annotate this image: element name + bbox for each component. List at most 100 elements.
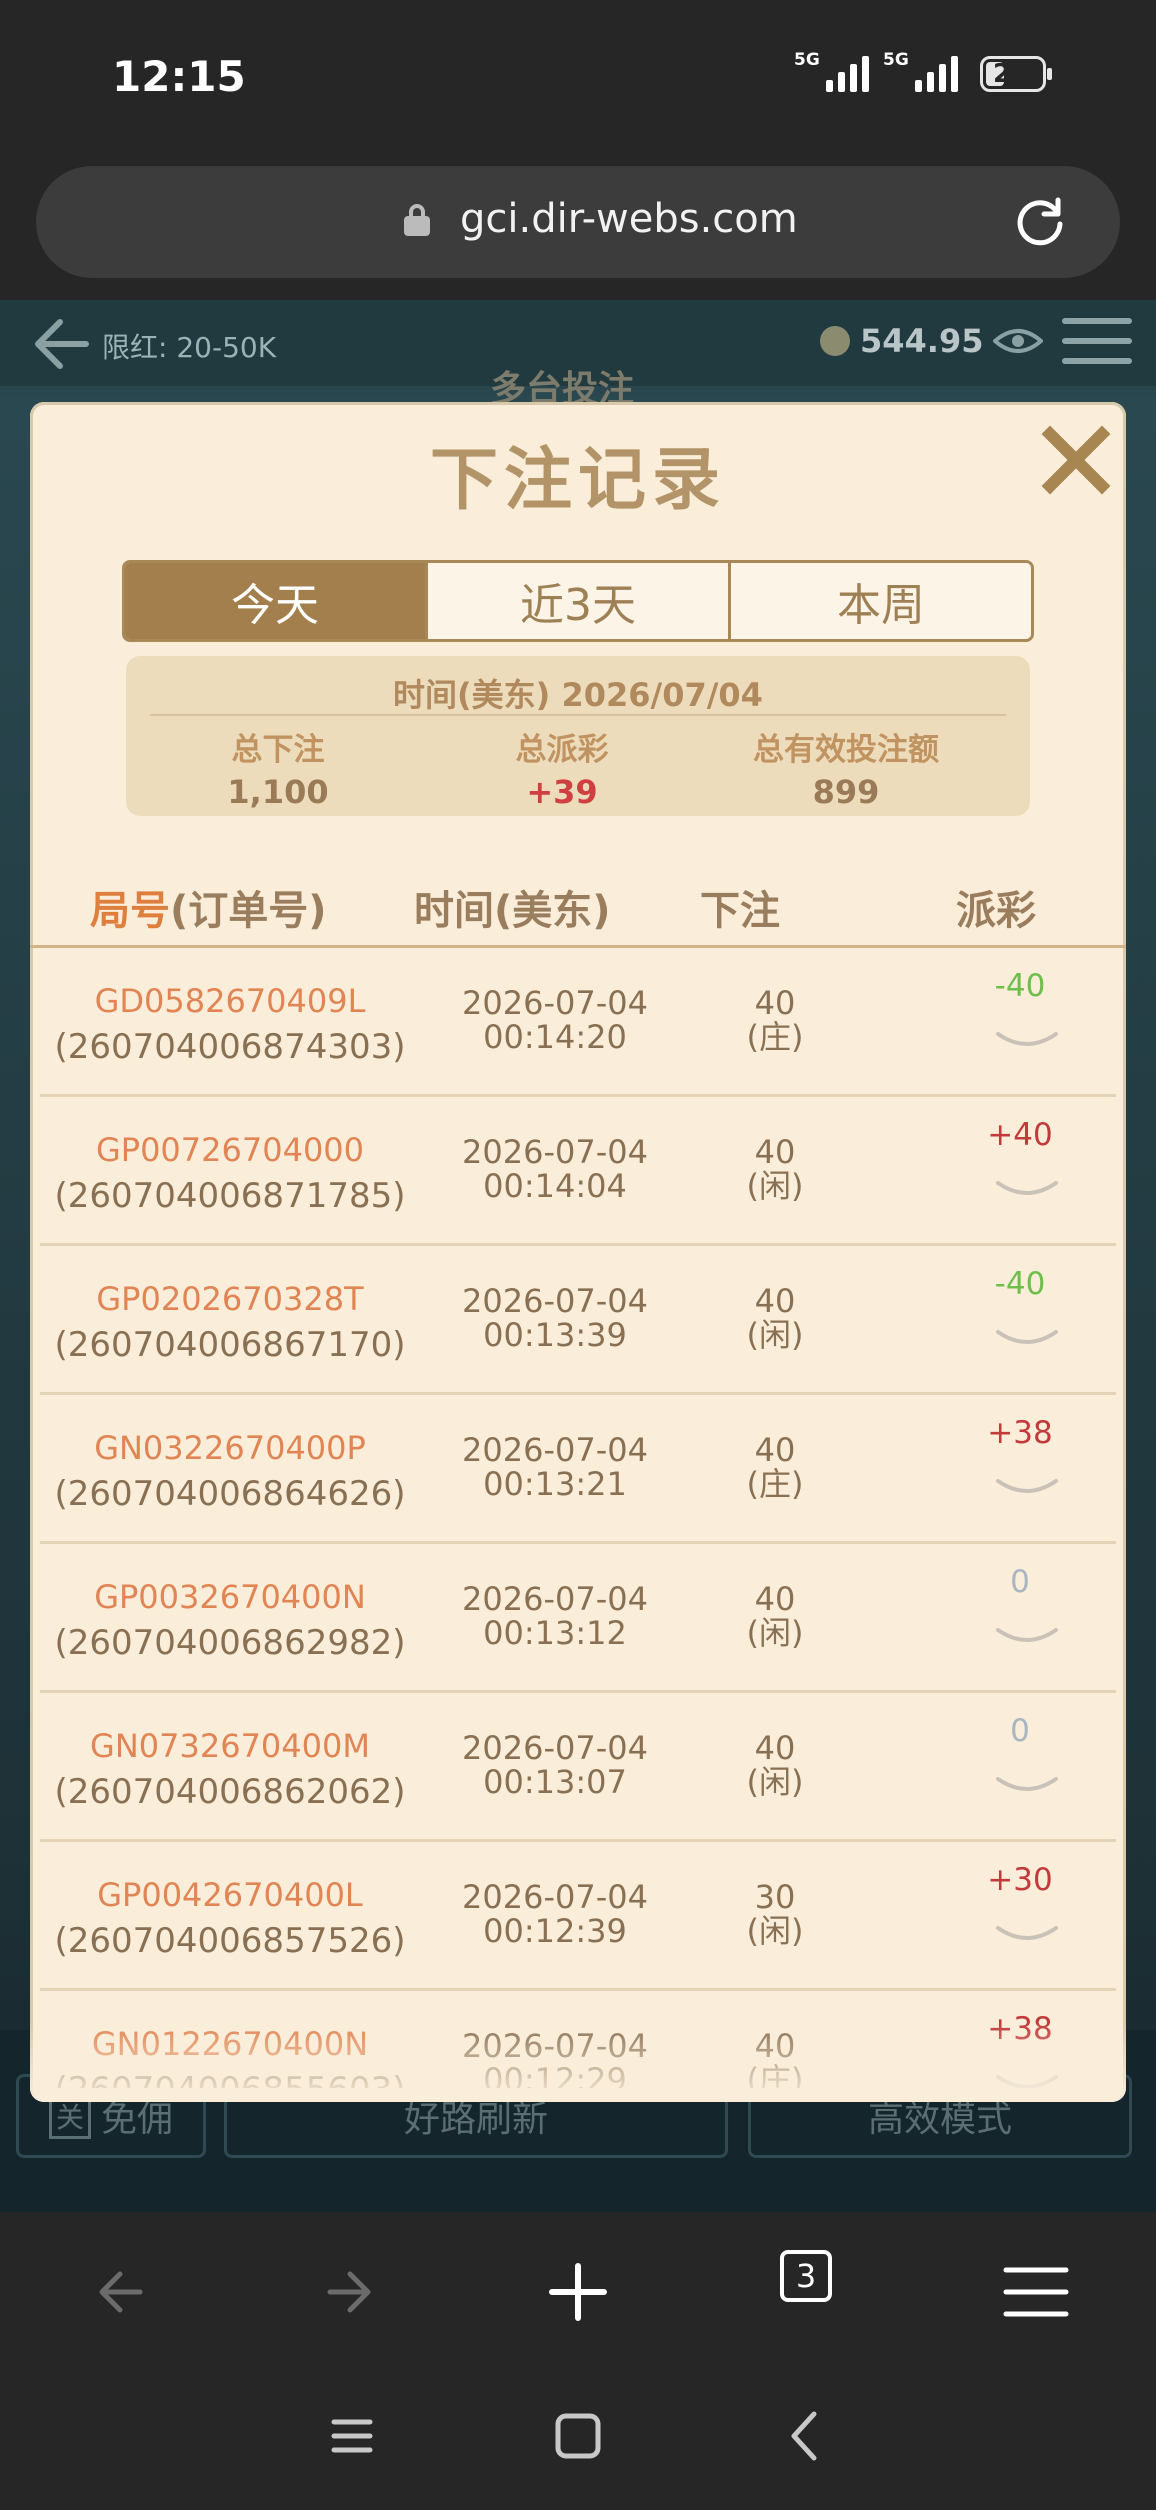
bet-amount: 40 [754, 1431, 796, 1469]
address-bar[interactable]: gci.dir-webs.com [36, 166, 1120, 278]
bet-time: 00:13:39 [483, 1316, 627, 1354]
total-payout-value: +39 [526, 773, 598, 811]
game-id-cell: GP00726704000 (260704006871785) [40, 1127, 420, 1219]
game-id-cell: GD0582670409L (260704006874303) [40, 978, 420, 1070]
bet-amount: 30 [754, 1878, 796, 1916]
time-cell: 2026-07-04 00:12:39 [430, 1880, 680, 1948]
date-range-tabs: 今天 近3天 本周 [122, 560, 1034, 642]
bet-amount: 40 [754, 1729, 796, 1767]
game-id-cell: GN0732670400M (260704006862062) [40, 1723, 420, 1815]
menu-icon[interactable] [1062, 318, 1132, 368]
bet-date: 2026-07-04 [462, 1580, 648, 1618]
game-id: GN0732670400M [90, 1727, 370, 1765]
total-payout: 总派彩 +39 [412, 724, 712, 811]
table-row[interactable]: GP00726704000 (260704006871785) 2026-07-… [40, 1097, 1116, 1246]
eye-icon[interactable] [993, 326, 1044, 356]
bet-cell: 40 (闲) [680, 1731, 870, 1799]
valid-bet-value: 899 [812, 773, 880, 811]
payout-value: +40 [987, 1117, 1053, 1153]
lock-icon [404, 204, 430, 236]
summary-date: 时间(美东) 2026/07/04 [393, 676, 763, 714]
column-header-bet: 下注 [700, 888, 780, 934]
battery-icon: 26 [980, 56, 1052, 92]
order-number: (260704006857526) [54, 1921, 406, 1961]
chevron-down-icon[interactable] [994, 1773, 1060, 1799]
bet-date: 2026-07-04 [462, 1431, 648, 1469]
back-arrow-icon[interactable] [30, 316, 90, 372]
bet-date: 2026-07-04 [462, 1878, 648, 1916]
signal-icon: 5G [794, 50, 869, 92]
column-header-time: 时间(美东) [414, 888, 611, 934]
game-id-cell: GP0202670328T (260704006867170) [40, 1276, 420, 1368]
tab-3-days[interactable]: 近3天 [428, 563, 731, 639]
forward-icon[interactable] [310, 2252, 390, 2332]
table-row[interactable]: GP0042670400L (260704006857526) 2026-07-… [40, 1842, 1116, 1991]
table-row[interactable]: GP0202670328T (260704006867170) 2026-07-… [40, 1246, 1116, 1395]
game-id: GP0202670328T [96, 1280, 364, 1318]
bet-cell: 40 (闲) [680, 1135, 870, 1203]
bet-cell: 40 (庄) [680, 986, 870, 1054]
table-row[interactable]: GN0732670400M (260704006862062) 2026-07-… [40, 1693, 1116, 1842]
bet-date: 2026-07-04 [462, 1282, 648, 1320]
table-row[interactable]: GD0582670409L (260704006874303) 2026-07-… [40, 948, 1116, 1097]
chevron-down-icon[interactable] [994, 1326, 1060, 1352]
back-icon[interactable] [80, 2252, 160, 2332]
bet-cell: 40 (庄) [680, 1433, 870, 1501]
column-header-payout: 派彩 [956, 888, 1036, 934]
bet-amount: 40 [754, 984, 796, 1022]
bet-side: (闲) [746, 1167, 804, 1205]
battery-level: 26 [993, 59, 1030, 89]
bet-time: 00:13:12 [483, 1614, 627, 1652]
close-icon[interactable] [1040, 424, 1112, 496]
chevron-down-icon[interactable] [994, 1177, 1060, 1203]
bet-side: (闲) [746, 1316, 804, 1354]
bet-records-list[interactable]: GD0582670409L (260704006874303) 2026-07-… [40, 948, 1116, 2088]
total-bet-label: 总下注 [231, 732, 325, 768]
tab-today[interactable]: 今天 [125, 563, 428, 639]
bet-amount: 40 [754, 1282, 796, 1320]
game-id: GN0322670400P [94, 1429, 366, 1467]
network-type: 5G [794, 50, 820, 70]
system-back-icon[interactable] [766, 2396, 846, 2476]
balance-value: 544.95 [860, 322, 984, 360]
payout-value: -40 [994, 1266, 1046, 1302]
chevron-down-icon[interactable] [994, 1624, 1060, 1650]
time-cell: 2026-07-04 00:13:12 [430, 1582, 680, 1650]
payout-value: +38 [987, 1415, 1053, 1451]
table-row[interactable]: GN0322670400P (260704006864626) 2026-07-… [40, 1395, 1116, 1544]
table-row[interactable]: GP0032670400N (260704006862982) 2026-07-… [40, 1544, 1116, 1693]
network-type: 5G [883, 50, 909, 70]
order-number: (260704006864626) [54, 1474, 406, 1514]
recents-icon[interactable] [312, 2396, 392, 2476]
bet-date: 2026-07-04 [462, 984, 648, 1022]
modal-title: 下注记录 [429, 441, 726, 520]
chevron-down-icon[interactable] [994, 1028, 1060, 1054]
payout-value: +30 [987, 1862, 1053, 1898]
column-header-id: 局号(订单号) [90, 888, 327, 934]
tabs-count-button[interactable]: 3 [780, 2250, 832, 2302]
game-id-cell: GP0042670400L (260704006857526) [40, 1872, 420, 1964]
chevron-down-icon[interactable] [994, 1922, 1060, 1948]
valid-bet: 总有效投注额 899 [696, 724, 996, 811]
summary-panel: 时间(美东) 2026/07/04 总下注 1,100 总派彩 +39 总有效投… [126, 656, 1030, 816]
game-id: GD0582670409L [94, 982, 366, 1020]
time-cell: 2026-07-04 00:13:21 [430, 1433, 680, 1501]
bet-time: 00:14:20 [483, 1018, 627, 1056]
reload-icon[interactable] [1012, 194, 1068, 250]
order-number: (260704006871785) [54, 1176, 406, 1216]
url-text[interactable]: gci.dir-webs.com [460, 196, 798, 242]
bet-history-modal: 下注记录 今天 近3天 本周 时间(美东) 2026/07/04 总下注 1,1… [30, 402, 1126, 2102]
chevron-down-icon[interactable] [994, 1475, 1060, 1501]
total-payout-label: 总派彩 [515, 732, 609, 768]
home-icon[interactable] [538, 2396, 618, 2476]
status-time: 12:15 [112, 52, 246, 101]
bet-time: 00:12:39 [483, 1912, 627, 1950]
bet-time: 00:14:04 [483, 1167, 627, 1205]
tab-this-week[interactable]: 本周 [731, 563, 1031, 639]
bet-time: 00:13:07 [483, 1763, 627, 1801]
order-number: (260704006874303) [54, 1027, 406, 1067]
bet-side: (闲) [746, 1614, 804, 1652]
bet-time: 00:13:21 [483, 1465, 627, 1503]
new-tab-icon[interactable] [538, 2252, 618, 2332]
menu-icon[interactable] [996, 2252, 1076, 2332]
